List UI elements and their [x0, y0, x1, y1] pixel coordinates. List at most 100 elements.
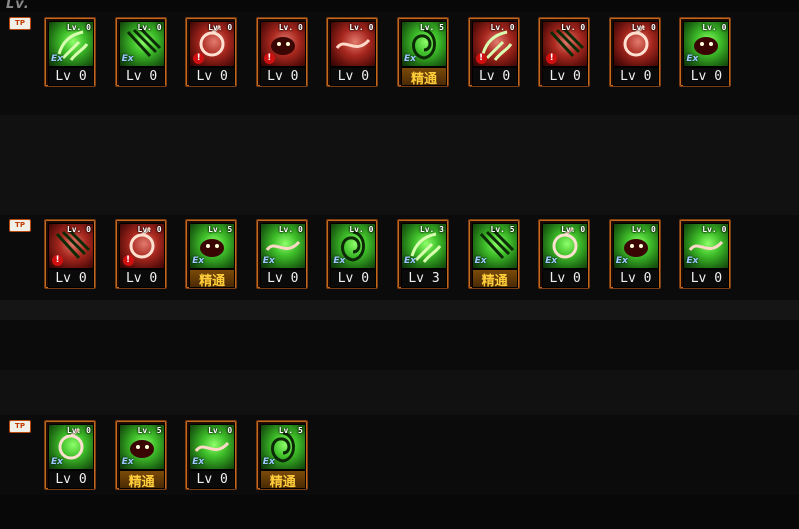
- ex-marker-icon: Ex: [51, 457, 63, 467]
- skill-slot[interactable]: Lv. 0 Ex Lv 0: [538, 219, 591, 289]
- skill-slot[interactable]: Lv. 0 Ex Lv 0: [44, 420, 96, 490]
- skill-level-label: Lv 0: [542, 67, 589, 86]
- skill-slot[interactable]: Lv. 0 Ex Lv 0: [255, 219, 308, 289]
- skill-slot[interactable]: Lv. 5 Ex 精通: [185, 219, 238, 289]
- ex-marker-icon: Ex: [474, 256, 487, 266]
- skill-level-label: Lv 0: [189, 67, 236, 86]
- ex-marker-icon: Ex: [121, 457, 134, 467]
- skill-slot[interactable]: Lv. 0! Lv 0: [255, 17, 308, 87]
- tp-badge: TP: [9, 420, 31, 433]
- unavailable-warning-icon: !: [475, 53, 487, 64]
- skill-mini-level: Lv. 0: [137, 23, 162, 32]
- skill-slot[interactable]: Lv. 0 Ex Lv 0: [679, 219, 732, 289]
- skill-level-label: Lv 0: [683, 269, 730, 288]
- charge-icon: Lv. 0!: [542, 21, 589, 67]
- skill-level-label: Lv 0: [683, 67, 730, 86]
- skill-slot[interactable]: Lv. 0! Lv 0: [185, 17, 238, 87]
- flame-burst-icon: Lv. 0!: [48, 223, 94, 269]
- spin-kick-icon: Lv. 0!: [189, 21, 236, 67]
- whip-wave-icon: Lv. 0: [330, 21, 377, 67]
- skill-slot[interactable]: Lv. 3 Ex Lv 3: [397, 219, 449, 289]
- skill-mini-level: Lv. 0: [702, 225, 727, 234]
- skill-slot[interactable]: Lv. 0 Ex Lv 0: [679, 17, 732, 87]
- skill-mini-level: Lv. 0: [66, 225, 91, 234]
- skill-slot[interactable]: Lv. 0 Ex Lv 0: [326, 219, 379, 289]
- ex-marker-icon: Ex: [545, 256, 558, 266]
- dash-figure-icon: Lv. 0 Ex: [683, 223, 730, 269]
- skill-mini-level: Lv. 0: [66, 23, 91, 32]
- grab-hand-icon: Lv. 0!: [471, 21, 518, 67]
- skill-mastered-label: 精通: [401, 67, 447, 87]
- skill-mini-level: Lv. 0: [702, 23, 727, 32]
- demon-face-icon: Lv. 0 Ex: [542, 223, 589, 269]
- skill-slot[interactable]: Lv. 0 Ex Lv 0: [608, 219, 661, 289]
- skill-slot[interactable]: Lv. 5 Ex 精通: [255, 420, 308, 490]
- beast-head-icon: Lv. 0!: [259, 21, 306, 67]
- skill-mini-level: Lv. 5: [208, 225, 233, 234]
- skill-slot[interactable]: Lv. 0 Ex Lv 0: [44, 17, 96, 87]
- tp-badge: TP: [9, 17, 31, 30]
- skill-mastered-label: 精通: [189, 269, 236, 289]
- skill-row-3: TP Lv. 0 Ex Lv 0 Lv. 5 Ex 精通 Lv. 0 Ex Lv 0 Lv. 5 Ex…: [0, 420, 799, 495]
- skill-mini-level: Lv. 0: [631, 225, 656, 234]
- vortex-icon: Lv. 5 Ex: [401, 21, 447, 67]
- power-fist-icon: Lv. 0 Ex: [683, 21, 730, 67]
- skill-slot[interactable]: Lv. 0! Lv 0: [467, 17, 520, 87]
- skill-slot[interactable]: Lv. 0 Ex Lv 0: [114, 17, 167, 87]
- crescent-icon: Lv. 0 Ex: [259, 223, 306, 269]
- ex-marker-icon: Ex: [192, 256, 205, 266]
- skill-slot[interactable]: Lv. 0 Lv 0: [326, 17, 379, 87]
- fist-energy-icon: Lv. 0 Ex: [48, 21, 94, 67]
- unavailable-warning-icon: !: [122, 255, 134, 266]
- skill-level-label: Lv 0: [118, 269, 165, 288]
- skill-slot[interactable]: Lv. 5 Ex 精通: [114, 420, 167, 490]
- hook-icon: Lv. 0: [612, 21, 659, 67]
- skill-level-label: Lv 0: [259, 67, 306, 86]
- skill-mini-level: Lv. 0: [631, 23, 656, 32]
- wave-lines-icon: Lv. 0 Ex: [330, 223, 377, 269]
- skill-mini-level: Lv. 0: [278, 23, 303, 32]
- skill-level-label: Lv 0: [259, 269, 306, 288]
- skill-mini-level: Lv. 0: [66, 426, 91, 435]
- skill-mastered-label: 精通: [471, 269, 518, 289]
- ex-marker-icon: Ex: [333, 256, 346, 266]
- skill-slot[interactable]: Lv. 0! Lv 0: [538, 17, 591, 87]
- band-3: [0, 370, 799, 415]
- skill-level-label: Lv 0: [330, 67, 377, 86]
- skill-mini-level: Lv. 5: [278, 426, 303, 435]
- skill-mini-level: Lv. 5: [419, 23, 444, 32]
- skill-mini-level: Lv. 0: [349, 225, 374, 234]
- skill-slot[interactable]: Lv. 0 Lv 0: [608, 17, 661, 87]
- skill-mini-level: Lv. 0: [208, 23, 233, 32]
- skill-level-label: Lv 0: [48, 470, 94, 489]
- skill-level-label: Lv 0: [542, 269, 589, 288]
- skill-level-label: Lv 0: [48, 67, 94, 86]
- tp-badge: TP: [9, 219, 31, 232]
- ex-marker-icon: Ex: [51, 54, 63, 64]
- skill-level-label: Lv 0: [48, 269, 94, 288]
- band-1: [0, 115, 799, 215]
- skill-slot[interactable]: Lv. 5 Ex 精通: [467, 219, 520, 289]
- skill-mastered-label: 精通: [118, 470, 165, 490]
- band-2: [0, 300, 799, 320]
- skill-mini-level: Lv. 3: [419, 225, 444, 234]
- ex-marker-icon: Ex: [615, 256, 628, 266]
- skill-level-label: Lv 0: [612, 67, 659, 86]
- skill-level-label: Lv 0: [612, 269, 659, 288]
- band-4: [0, 495, 799, 529]
- skill-level-label: Lv 3: [401, 269, 447, 288]
- skill-slot[interactable]: Lv. 0 Ex Lv 0: [185, 420, 238, 490]
- ex-marker-icon: Ex: [686, 256, 699, 266]
- skill-slot[interactable]: Lv. 5 Ex 精通: [397, 17, 449, 87]
- spike-burst-icon: Lv. 0 Ex: [612, 223, 659, 269]
- skill-mini-level: Lv. 0: [561, 23, 586, 32]
- ex-marker-icon: Ex: [262, 256, 275, 266]
- tiger-head-icon: Lv. 0 Ex: [48, 424, 94, 470]
- skill-mini-level: Lv. 0: [208, 426, 233, 435]
- ex-marker-icon: Ex: [404, 54, 416, 64]
- skill-level-label: Lv 0: [330, 269, 377, 288]
- skill-level-label: Lv 0: [189, 470, 236, 489]
- skill-slot[interactable]: Lv. 0! Lv 0: [114, 219, 167, 289]
- skill-slot[interactable]: Lv. 0! Lv 0: [44, 219, 96, 289]
- ex-marker-icon: Ex: [121, 54, 134, 64]
